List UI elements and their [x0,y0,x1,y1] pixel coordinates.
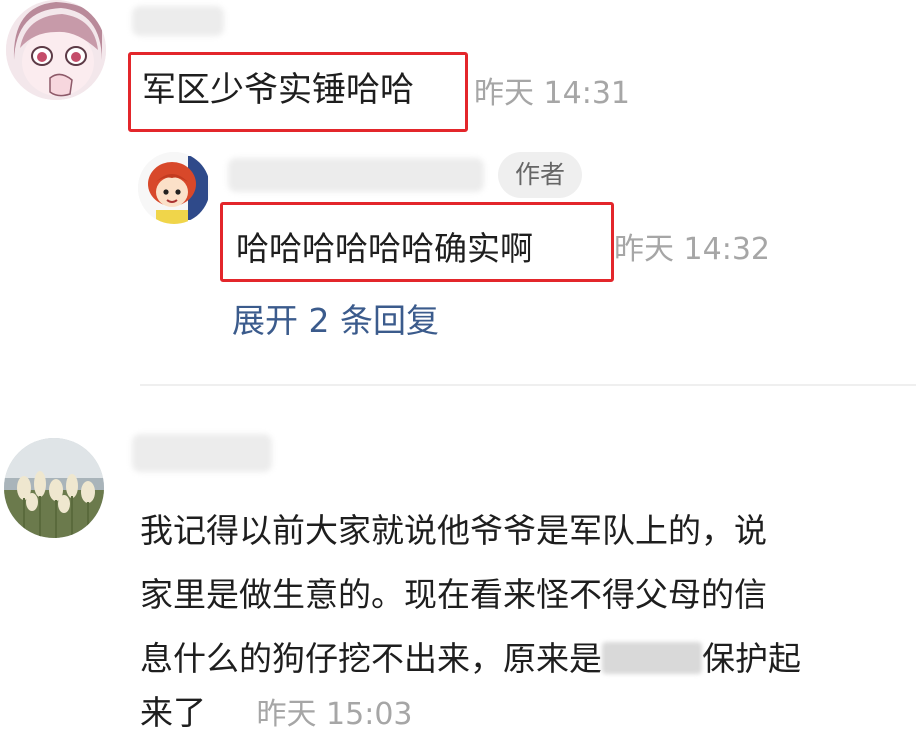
comment-line-segment: 来了 [140,693,206,732]
user-avatar[interactable] [4,438,104,538]
author-avatar[interactable] [138,152,210,224]
comment-timestamp: 昨天 14:31 [474,76,630,111]
highlight-annotation [128,52,468,132]
redacted-author-name[interactable] [228,158,484,192]
redhead-cartoon-avatar-icon [138,152,210,224]
user-avatar[interactable] [6,0,106,100]
author-badge: 作者 [498,152,582,198]
comment-line: 我记得以前大家就说他爷爷是军队上的，说 [140,511,767,550]
reply-timestamp: 昨天 14:32 [614,232,770,267]
redacted-word [602,642,702,674]
girl-cartoon-avatar-icon [6,0,106,100]
comment-timestamp: 昨天 15:03 [256,697,413,732]
redacted-username[interactable] [132,6,224,36]
comment-line-segment: 保护起 [702,639,801,678]
comment-line: 来了 昨天 15:03 [140,686,413,734]
comment-line: 家里是做生意的。现在看来怪不得父母的信 [140,575,767,614]
comment-line: 息什么的狗仔挖不出来，原来是 保护起 [140,632,801,680]
highlight-annotation [220,202,614,282]
redacted-username[interactable] [132,434,272,472]
expand-replies-link[interactable]: 展开 2 条回复 [232,294,439,342]
comment-divider [140,384,916,386]
comment-line-segment: 息什么的狗仔挖不出来，原来是 [140,639,602,678]
reed-landscape-avatar-icon [4,438,104,538]
